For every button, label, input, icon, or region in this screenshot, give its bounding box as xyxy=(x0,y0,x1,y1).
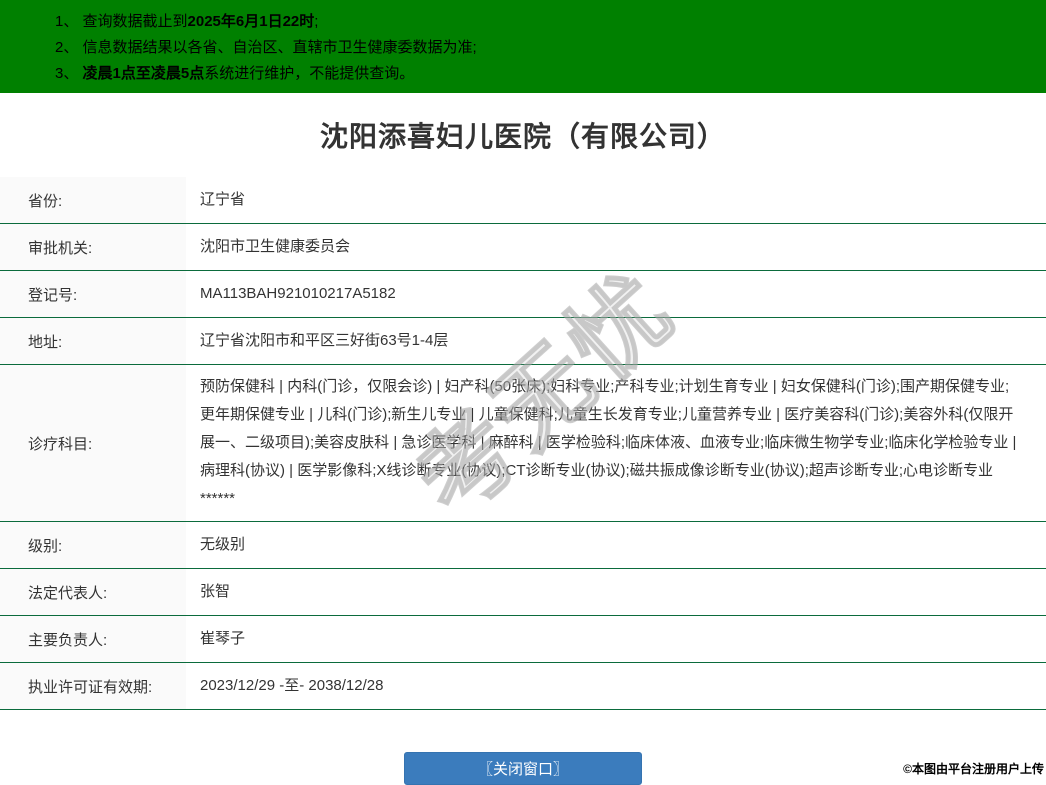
notice-1-bold: 2025年6月1日22时 xyxy=(187,13,315,30)
notice-1-prefix: 1、 查询数据截止到 xyxy=(55,13,188,30)
row-label: 地址: xyxy=(0,318,186,364)
close-window-button[interactable]: 〖关闭窗口〗 xyxy=(404,752,642,785)
button-row: 〖关闭窗口〗 xyxy=(0,752,1046,785)
notice-line-2: 2、 信息数据结果以各省、自治区、直辖市卫生健康委数据为准; xyxy=(55,35,1036,61)
notice-3-prefix: 3、 xyxy=(55,65,83,82)
row-value: 辽宁省 xyxy=(200,191,246,208)
row-value: MA113BAH921010217A5182 xyxy=(200,285,396,302)
info-table: 省份: 辽宁省 审批机关: 沈阳市卫生健康委员会 登记号: MA113BAH92… xyxy=(0,177,1046,710)
notice-line-3: 3、 凌晨1点至凌晨5点系统进行维护，不能提供查询。 xyxy=(55,61,1036,87)
table-row: 级别: 无级别 xyxy=(0,522,1046,569)
image-credit: ©本图由平台注册用户上传 xyxy=(903,762,1044,776)
row-value: 无级别 xyxy=(200,536,246,553)
row-value: 沈阳市卫生健康委员会 xyxy=(200,238,351,255)
row-label: 省份: xyxy=(0,177,186,223)
notice-3-bold: 凌晨1点至凌晨5点 xyxy=(82,65,205,82)
row-value: 辽宁省沈阳市和平区三好街63号1-4层 xyxy=(200,332,449,349)
row-value: 崔琴子 xyxy=(200,630,246,647)
row-value: 张智 xyxy=(200,583,231,600)
table-row: 执业许可证有效期: 2023/12/29 -至- 2038/12/28 xyxy=(0,663,1046,710)
notice-line-1: 1、 查询数据截止到2025年6月1日22时; xyxy=(55,9,1036,35)
table-row: 诊疗科目: 预防保健科 | 内科(门诊，仅限会诊) | 妇产科(50张床);妇科… xyxy=(0,365,1046,522)
table-row: 法定代表人: 张智 xyxy=(0,569,1046,616)
table-row: 省份: 辽宁省 xyxy=(0,177,1046,224)
page-title: 沈阳添喜妇儿医院（有限公司） xyxy=(319,121,726,152)
row-label: 级别: xyxy=(0,522,186,568)
notice-2-prefix: 2、 信息数据结果以各省、自治区、直辖市卫生健康委数据为准; xyxy=(55,39,477,56)
notice-3-suffix: 系统进行维护，不能提供查询。 xyxy=(204,65,415,82)
title-wrap: 沈阳添喜妇儿医院（有限公司） xyxy=(0,93,1046,177)
notice-1-suffix: ; xyxy=(314,13,319,30)
notice-header: 1、 查询数据截止到2025年6月1日22时; 2、 信息数据结果以各省、自治区… xyxy=(0,0,1046,93)
row-label: 诊疗科目: xyxy=(0,365,186,521)
table-row: 审批机关: 沈阳市卫生健康委员会 xyxy=(0,224,1046,271)
row-label: 执业许可证有效期: xyxy=(0,663,186,709)
table-row: 登记号: MA113BAH921010217A5182 xyxy=(0,271,1046,318)
row-value: 2023/12/29 -至- 2038/12/28 xyxy=(200,677,384,694)
table-row: 地址: 辽宁省沈阳市和平区三好街63号1-4层 xyxy=(0,318,1046,365)
row-value: 预防保健科 | 内科(门诊，仅限会诊) | 妇产科(50张床);妇科专业;产科专… xyxy=(200,378,1017,507)
table-row: 主要负责人: 崔琴子 xyxy=(0,616,1046,663)
row-label: 审批机关: xyxy=(0,224,186,270)
row-label: 法定代表人: xyxy=(0,569,186,615)
row-label: 登记号: xyxy=(0,271,186,317)
row-label: 主要负责人: xyxy=(0,616,186,662)
